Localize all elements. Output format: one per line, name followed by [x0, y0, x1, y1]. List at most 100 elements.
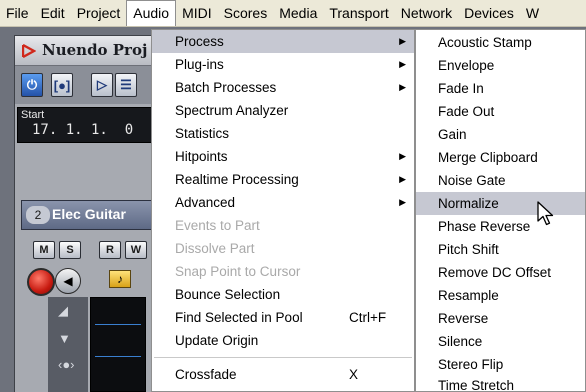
- menu-item-label: Acoustic Stamp: [438, 35, 532, 50]
- menu-item-hitpoints[interactable]: Hitpoints ▶: [152, 145, 414, 168]
- inspector-strip: ◢ ▼ ‹●›: [48, 297, 88, 392]
- menu-item-plug-ins[interactable]: Plug-ins ▶: [152, 53, 414, 76]
- record-enable-button[interactable]: [27, 268, 55, 296]
- list-icon[interactable]: ☰: [115, 73, 137, 97]
- menu-transport[interactable]: Transport: [323, 0, 394, 26]
- menu-item-update-origin[interactable]: Update Origin: [152, 329, 414, 352]
- menu-window[interactable]: W: [520, 0, 545, 26]
- menu-item-process[interactable]: Process ▶: [152, 30, 414, 53]
- menu-devices[interactable]: Devices: [458, 0, 520, 26]
- menu-scores[interactable]: Scores: [218, 0, 274, 26]
- menu-item-label: Resample: [438, 288, 499, 303]
- menu-item-label: Normalize: [438, 196, 499, 211]
- read-button[interactable]: R: [99, 241, 121, 259]
- menu-media[interactable]: Media: [273, 0, 323, 26]
- menu-audio[interactable]: Audio: [126, 0, 177, 26]
- menu-item-label: Time Stretch: [438, 378, 515, 392]
- play-order-icon[interactable]: ▷: [91, 73, 113, 97]
- transport-position: 17. 1. 1. 0: [32, 122, 134, 138]
- menu-item-find-selected-in-pool[interactable]: Find Selected in Pool Ctrl+F: [152, 306, 414, 329]
- menu-item-gain[interactable]: Gain: [416, 123, 585, 146]
- menu-item-pitch-shift[interactable]: Pitch Shift: [416, 238, 585, 261]
- menu-item-label: Fade In: [438, 81, 484, 96]
- menu-file[interactable]: File: [0, 0, 35, 26]
- solo-button[interactable]: S: [59, 241, 81, 259]
- menu-item-label: Events to Part: [175, 218, 260, 233]
- process-submenu: Acoustic Stamp Envelope Fade In Fade Out…: [415, 29, 586, 392]
- menu-item-label: Crossfade: [175, 367, 237, 382]
- menu-bar: File Edit Project Audio MIDI Scores Medi…: [0, 0, 586, 27]
- menu-item-crossfade[interactable]: Crossfade X: [152, 363, 414, 386]
- monitor-speaker-icon[interactable]: ◀: [55, 268, 81, 294]
- triangle-right-icon: ▶: [399, 59, 406, 69]
- menu-item-remove-dc-offset[interactable]: Remove DC Offset: [416, 261, 585, 284]
- triangle-right-icon: ▶: [399, 36, 406, 46]
- menu-item-noise-gate[interactable]: Noise Gate: [416, 169, 585, 192]
- menu-item-label: Dissolve Part: [175, 241, 255, 256]
- menu-item-events-to-part[interactable]: Events to Part: [152, 214, 414, 237]
- menu-project[interactable]: Project: [71, 0, 127, 26]
- menu-item-label: Hitpoints: [175, 149, 228, 164]
- menu-item-label: Plug-ins: [175, 57, 224, 72]
- menu-item-label: Gain: [438, 127, 467, 142]
- menu-item-snap-point-to-cursor[interactable]: Snap Point to Cursor: [152, 260, 414, 283]
- meter-line: [95, 324, 141, 325]
- menu-item-label: Pitch Shift: [438, 242, 499, 257]
- track-header[interactable]: 2 Elec Guitar: [21, 200, 161, 230]
- menu-item-spectrum-analyzer[interactable]: Spectrum Analyzer: [152, 99, 414, 122]
- menu-network[interactable]: Network: [395, 0, 458, 26]
- menu-edit[interactable]: Edit: [35, 0, 71, 26]
- menu-item-label: Envelope: [438, 58, 495, 73]
- menu-item-resample[interactable]: Resample: [416, 284, 585, 307]
- track-name: Elec Guitar: [52, 206, 126, 222]
- triangle-right-icon: ▶: [399, 82, 406, 92]
- menu-separator: [154, 357, 412, 358]
- pan-icon: ‹●›: [58, 357, 75, 372]
- menu-item-fade-in[interactable]: Fade In: [416, 77, 585, 100]
- menu-item-label: Spectrum Analyzer: [175, 103, 289, 118]
- meter-line: [95, 356, 141, 357]
- menu-item-advanced[interactable]: Advanced ▶: [152, 191, 414, 214]
- menu-item-label: Snap Point to Cursor: [175, 264, 301, 279]
- menu-item-label: Batch Processes: [175, 80, 277, 95]
- triangle-right-icon: ▶: [399, 197, 406, 207]
- menu-item-normalize[interactable]: Normalize: [416, 192, 585, 215]
- arrow-pointer-icon: [537, 201, 554, 226]
- constrain-delay-icon[interactable]: [●]: [51, 73, 73, 97]
- menu-item-label: Reverse: [438, 311, 489, 326]
- menu-item-shortcut: Ctrl+F: [349, 310, 387, 325]
- menu-item-label: Update Origin: [175, 333, 259, 348]
- menu-item-dissolve-part[interactable]: Dissolve Part: [152, 237, 414, 260]
- menu-item-label: Advanced: [175, 195, 236, 210]
- menu-item-batch-processes[interactable]: Batch Processes ▶: [152, 76, 414, 99]
- menu-item-statistics[interactable]: Statistics: [152, 122, 414, 145]
- menu-item-acoustic-stamp[interactable]: Acoustic Stamp: [416, 31, 585, 54]
- mute-button[interactable]: M: [33, 241, 55, 259]
- menu-item-silence[interactable]: Silence: [416, 330, 585, 353]
- nuendo-logo-icon: [22, 44, 36, 58]
- menu-item-label: Find Selected in Pool: [175, 310, 303, 325]
- menu-item-fade-out[interactable]: Fade Out: [416, 100, 585, 123]
- track-number: 2: [26, 206, 50, 224]
- menu-item-time-stretch[interactable]: Time Stretch: [416, 374, 585, 392]
- menu-item-reverse[interactable]: Reverse: [416, 307, 585, 330]
- menu-item-merge-clipboard[interactable]: Merge Clipboard: [416, 146, 585, 169]
- menu-item-label: Bounce Selection: [175, 287, 281, 302]
- note-icon[interactable]: ♪: [109, 270, 131, 288]
- menu-item-realtime-processing[interactable]: Realtime Processing ▶: [152, 168, 414, 191]
- menu-item-envelope[interactable]: Envelope: [416, 54, 585, 77]
- write-button[interactable]: W: [125, 241, 147, 259]
- volume-icon: ◢: [58, 303, 68, 318]
- menu-item-phase-reverse[interactable]: Phase Reverse: [416, 215, 585, 238]
- level-meter: [90, 297, 146, 392]
- menu-midi[interactable]: MIDI: [176, 0, 218, 26]
- project-title: Nuendo Proj: [42, 41, 148, 59]
- menu-item-bounce-selection[interactable]: Bounce Selection: [152, 283, 414, 306]
- sends-icon: ▼: [58, 331, 71, 346]
- menu-item-label: Noise Gate: [438, 173, 506, 188]
- project-title-bar[interactable]: Nuendo Proj: [15, 36, 159, 66]
- power-icon[interactable]: ⏻: [21, 73, 43, 97]
- menu-item-stereo-flip[interactable]: Stereo Flip: [416, 353, 585, 376]
- transport-display: Start 17. 1. 1. 0: [17, 107, 157, 143]
- menu-item-label: Stereo Flip: [438, 357, 504, 372]
